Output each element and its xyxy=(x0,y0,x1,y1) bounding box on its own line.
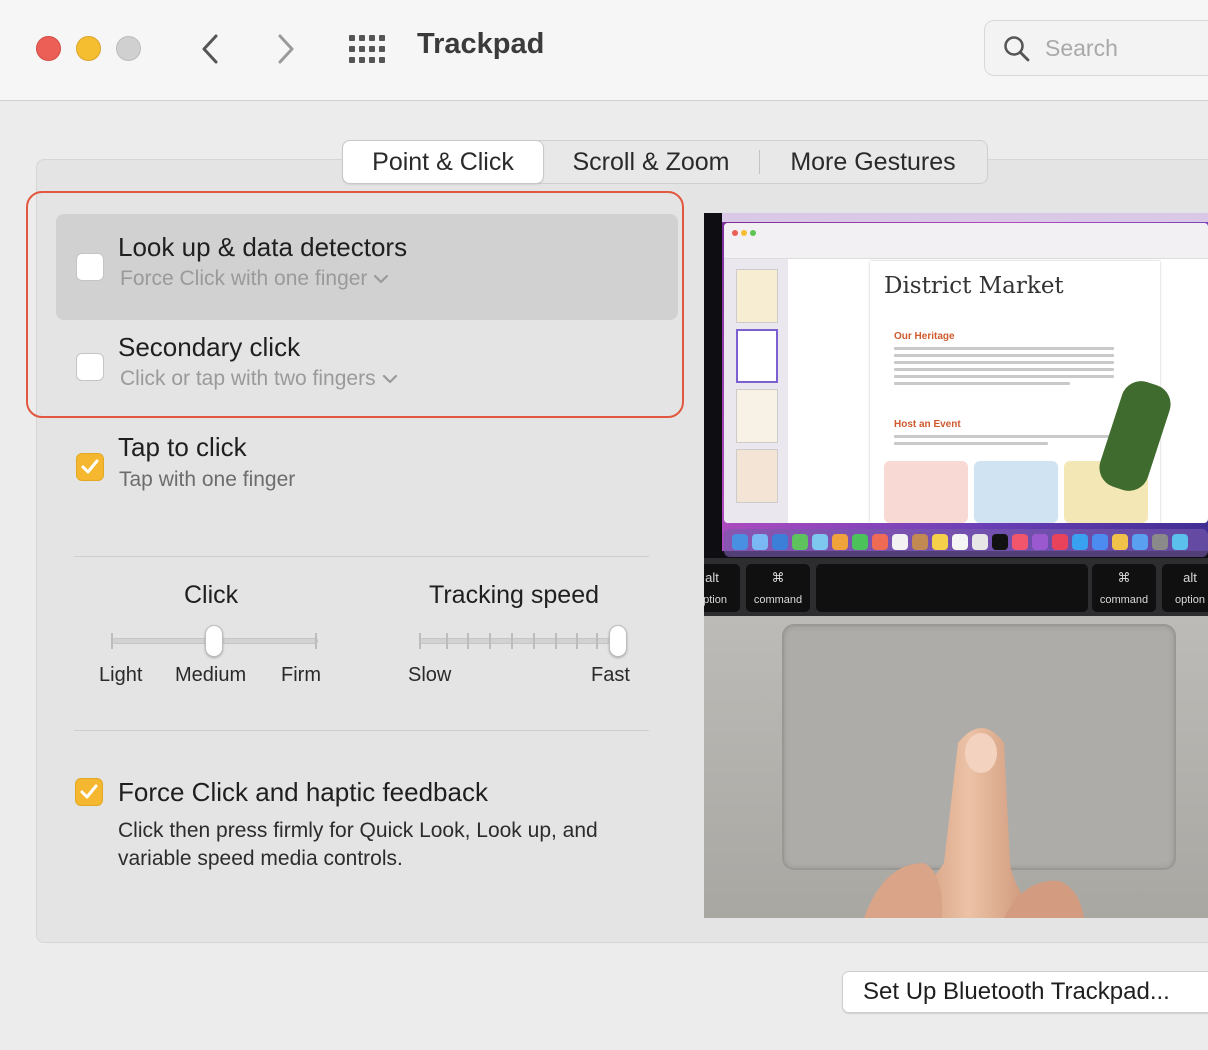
preview-dock xyxy=(724,529,1208,557)
gesture-preview-video: District Market Our Heritage Host an Eve… xyxy=(704,213,1208,918)
preview-document-page: District Market Our Heritage Host an Eve… xyxy=(870,261,1176,523)
chevron-down-icon xyxy=(374,274,389,284)
tracking-slider-tick xyxy=(419,633,421,649)
tracking-slider-knob[interactable] xyxy=(609,625,627,657)
chevron-right-icon xyxy=(278,34,294,64)
show-all-button[interactable] xyxy=(346,29,388,69)
section-divider xyxy=(74,730,649,731)
preview-card xyxy=(974,461,1058,523)
secondary-click-checkbox[interactable] xyxy=(76,353,104,381)
preview-text-lines xyxy=(894,347,1114,389)
click-label-medium: Medium xyxy=(175,664,247,686)
force-click-description: Click then press firmly for Quick Look, … xyxy=(118,819,598,870)
preview-doc-title: District Market xyxy=(884,273,1064,299)
close-window-button[interactable] xyxy=(36,36,61,61)
tracking-slider-tick xyxy=(596,633,598,649)
tab-more-gestures[interactable]: More Gestures xyxy=(760,141,986,183)
tap-to-click-title: Tap to click xyxy=(118,432,247,462)
preview-card xyxy=(884,461,968,523)
click-label-firm: Firm xyxy=(281,664,321,686)
preview-key-option: altoption xyxy=(1162,564,1208,612)
search-input[interactable] xyxy=(1045,31,1205,65)
force-click-checkbox[interactable] xyxy=(75,778,103,806)
chevron-left-icon xyxy=(202,34,218,64)
click-label-light: Light xyxy=(99,664,143,686)
lookup-title: Look up & data detectors xyxy=(118,232,408,262)
tap-to-click-subtitle: Tap with one finger xyxy=(119,468,296,491)
secondary-click-subtitle: Click or tap with two fingers xyxy=(120,367,376,390)
preview-key-space xyxy=(816,564,1088,612)
tracking-label-fast: Fast xyxy=(591,664,630,686)
chevron-down-icon xyxy=(382,374,397,384)
grid-icon xyxy=(349,35,385,63)
lookup-gesture-menu[interactable]: Force Click with one finger xyxy=(120,267,389,291)
preview-section-heading: Our Heritage xyxy=(894,331,955,342)
preview-window-toolbar xyxy=(724,223,1208,259)
preview-finger-image xyxy=(864,728,1084,918)
secondary-click-title: Secondary click xyxy=(118,332,301,362)
preview-pages-window: District Market Our Heritage Host an Eve… xyxy=(724,223,1208,523)
preview-thumbnail xyxy=(736,449,778,503)
tap-to-click-checkbox[interactable] xyxy=(76,453,104,481)
forward-button[interactable] xyxy=(266,29,306,69)
preview-keyboard: altoption ⌘command ⌘command altoption xyxy=(704,558,1208,616)
section-divider xyxy=(74,556,649,557)
lookup-subtitle: Force Click with one finger xyxy=(120,267,368,290)
tracking-slider-tick xyxy=(467,633,469,649)
click-slider-title: Click xyxy=(184,581,239,609)
tracking-slider-tick xyxy=(576,633,578,649)
preview-section-heading: Host an Event xyxy=(894,419,961,430)
preview-text-lines xyxy=(894,435,1114,449)
tab-scroll-and-zoom[interactable]: Scroll & Zoom xyxy=(543,141,759,183)
click-slider-tick xyxy=(315,633,317,649)
preview-laptop-screen: District Market Our Heritage Host an Eve… xyxy=(704,213,1208,558)
minimize-window-button[interactable] xyxy=(76,36,101,61)
lookup-checkbox[interactable] xyxy=(76,253,104,281)
tracking-slider-tick xyxy=(511,633,513,649)
click-slider-knob[interactable] xyxy=(205,625,223,657)
window-title: Trackpad xyxy=(417,28,545,60)
preview-thumbnail xyxy=(736,269,778,323)
tracking-label-slow: Slow xyxy=(408,664,452,686)
search-icon xyxy=(1004,36,1030,62)
tab-point-and-click[interactable]: Point & Click xyxy=(343,141,543,183)
click-slider-tick xyxy=(111,633,113,649)
tracking-slider-tick xyxy=(533,633,535,649)
preview-menubar xyxy=(722,213,1208,222)
preview-thumbnail xyxy=(736,389,778,443)
force-click-title: Force Click and haptic feedback xyxy=(118,777,488,807)
set-up-bluetooth-trackpad-button[interactable]: Set Up Bluetooth Trackpad... xyxy=(842,971,1208,1013)
tracking-speed-title: Tracking speed xyxy=(429,581,599,609)
search-field[interactable] xyxy=(984,20,1208,76)
back-button[interactable] xyxy=(190,29,230,69)
tracking-slider-tick xyxy=(555,633,557,649)
preview-key-command: ⌘ command xyxy=(746,564,810,612)
preview-page-sidebar xyxy=(724,259,788,523)
checkmark-icon xyxy=(80,784,98,799)
tracking-slider-tick xyxy=(446,633,448,649)
window-toolbar: Trackpad xyxy=(0,0,1208,101)
preview-key-option: altoption xyxy=(704,564,740,612)
zoom-window-button[interactable] xyxy=(116,36,141,61)
preview-thumbnail xyxy=(736,329,778,383)
secondary-click-gesture-menu[interactable]: Click or tap with two fingers xyxy=(120,367,398,391)
checkmark-icon xyxy=(81,459,99,474)
preview-key-command: ⌘ command xyxy=(1092,564,1156,612)
tracking-slider-tick xyxy=(489,633,491,649)
tab-bar: Point & Click Scroll & Zoom More Gesture… xyxy=(342,140,988,184)
tracking-slider-track[interactable] xyxy=(419,638,623,644)
